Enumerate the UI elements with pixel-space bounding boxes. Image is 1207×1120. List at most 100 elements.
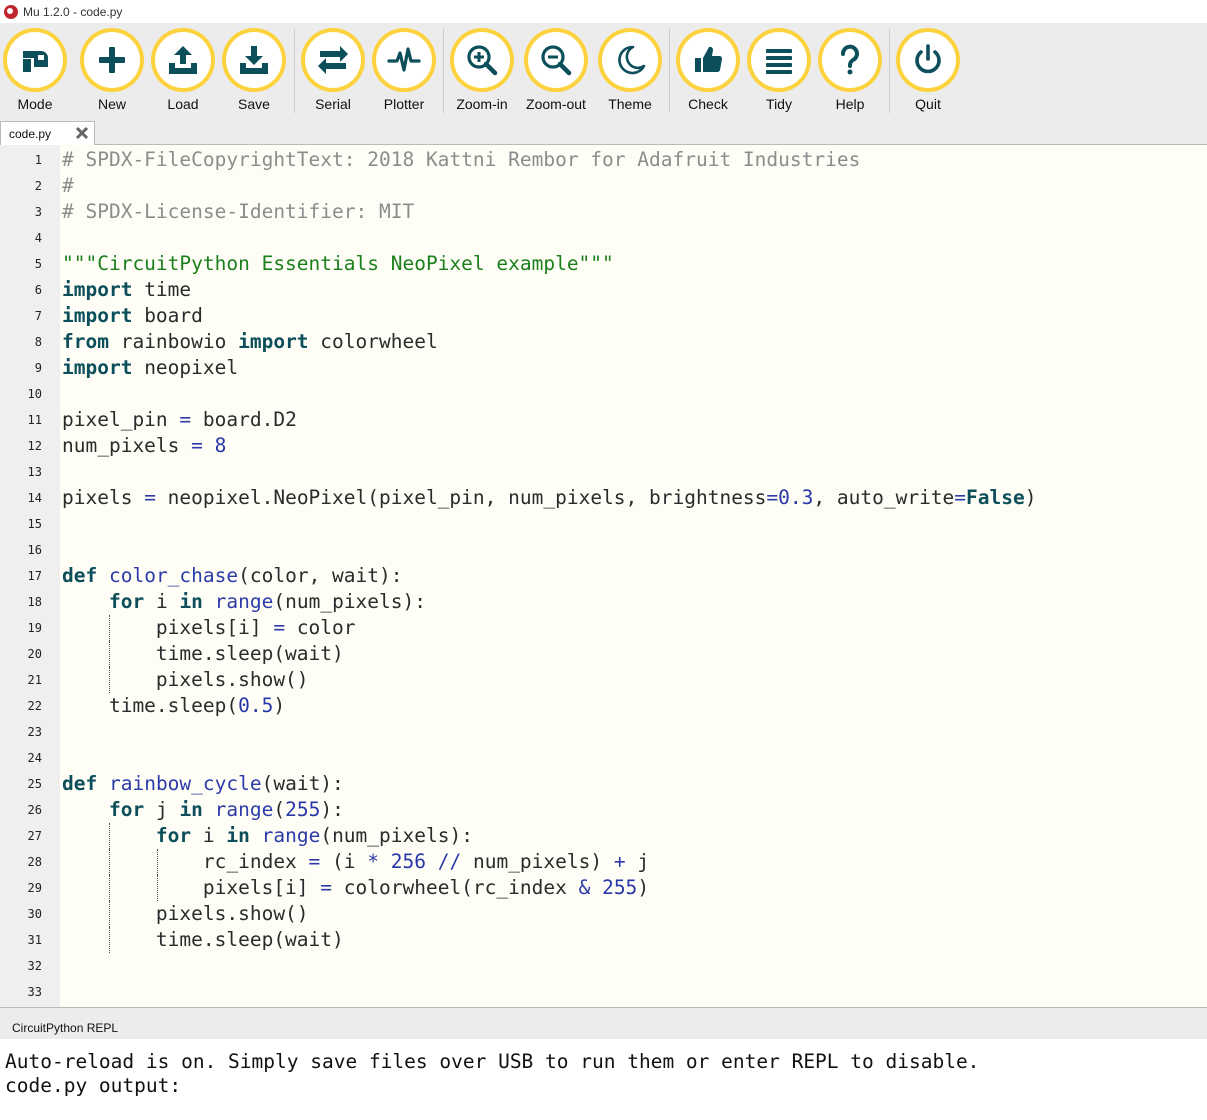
new-button[interactable]: New xyxy=(79,28,145,116)
line-number: 20 xyxy=(27,647,42,661)
line-number: 12 xyxy=(27,439,42,453)
zoom-in-label: Zoom-in xyxy=(456,96,508,112)
mode-icon xyxy=(23,51,48,72)
tidy-button[interactable]: Tidy xyxy=(746,28,812,116)
thumbs-up-icon xyxy=(695,46,723,73)
code-line: pixels.show() xyxy=(62,668,309,691)
line-number: 2 xyxy=(34,179,42,193)
line-number: 27 xyxy=(27,829,42,843)
line-number: 23 xyxy=(27,725,42,739)
line-number: 28 xyxy=(27,855,42,869)
help-label: Help xyxy=(835,96,865,112)
line-number: 6 xyxy=(34,283,42,297)
theme-button[interactable]: Theme xyxy=(597,28,663,116)
check-label: Check xyxy=(688,96,728,112)
line-number: 16 xyxy=(27,543,42,557)
zoom-out-button[interactable]: Zoom-out xyxy=(523,28,589,116)
code-line: def color_chase(color, wait): xyxy=(62,564,403,587)
line-number: 15 xyxy=(27,517,42,531)
zoom-in-icon xyxy=(467,45,498,76)
zoom-out-label: Zoom-out xyxy=(526,96,586,112)
upload-icon xyxy=(169,46,197,74)
line-number: 25 xyxy=(27,777,42,791)
serial-button[interactable]: Serial xyxy=(300,28,366,116)
line-number: 3 xyxy=(34,205,42,219)
code-line: # SPDX-FileCopyrightText: 2018 Kattni Re… xyxy=(62,148,861,171)
mode-button[interactable]: Mode xyxy=(2,28,68,116)
close-icon[interactable] xyxy=(75,126,89,140)
indent-guide xyxy=(108,927,110,953)
power-icon xyxy=(915,44,941,74)
plotter-label: Plotter xyxy=(383,96,425,112)
line-number: 4 xyxy=(34,231,42,245)
check-button[interactable]: Check xyxy=(675,28,741,116)
code-line: time.sleep(wait) xyxy=(62,928,344,951)
line-number: 30 xyxy=(27,907,42,921)
pulse-icon xyxy=(387,47,421,72)
code-line: import board xyxy=(62,304,203,327)
line-number: 29 xyxy=(27,881,42,895)
line-number: 11 xyxy=(27,413,42,427)
code-line: # SPDX-License-Identifier: MIT xyxy=(62,200,415,223)
window-title: Mu 1.2.0 - code.py xyxy=(23,4,123,19)
indent-guide xyxy=(108,641,110,667)
indent-guide xyxy=(108,823,110,849)
save-button[interactable]: Save xyxy=(221,28,287,116)
line-number: 21 xyxy=(27,673,42,687)
save-label: Save xyxy=(238,96,270,112)
toolbar: Mode New Load Save Serial Plotter Zoom-i… xyxy=(0,23,1207,119)
zoom-out-icon xyxy=(541,45,572,76)
quit-label: Quit xyxy=(915,96,941,112)
line-number: 10 xyxy=(27,387,42,401)
indent-guide xyxy=(108,875,110,901)
new-label: New xyxy=(97,96,126,112)
swap-arrows-icon xyxy=(318,46,348,74)
code-line: for i in range(num_pixels): xyxy=(108,590,426,613)
load-button[interactable]: Load xyxy=(150,28,216,116)
code-line: pixels[i] = color xyxy=(62,616,356,639)
lines-icon xyxy=(766,49,792,74)
repl-pane[interactable]: Auto-reload is on. Simply save files ove… xyxy=(0,1039,1207,1120)
code-line: time.sleep(wait) xyxy=(62,642,344,665)
moon-icon xyxy=(618,45,646,75)
quit-button[interactable]: Quit xyxy=(895,28,961,116)
indent-guide xyxy=(108,901,110,927)
indent-guide xyxy=(108,849,110,875)
line-number: 33 xyxy=(27,985,42,999)
title-bar: Mu 1.2.0 - code.py xyxy=(0,0,1207,23)
tab-label: code.py xyxy=(9,127,52,141)
help-button[interactable]: Help xyxy=(817,28,883,116)
code-line: def rainbow_cycle(wait): xyxy=(62,772,344,795)
mode-label: Mode xyxy=(17,96,53,112)
line-number: 22 xyxy=(27,699,42,713)
theme-label: Theme xyxy=(608,96,652,112)
plotter-button[interactable]: Plotter xyxy=(371,28,437,116)
code-line: time.sleep(0.5) xyxy=(62,694,286,717)
code-line: """CircuitPython Essentials NeoPixel exa… xyxy=(62,252,614,275)
mu-logo-icon xyxy=(4,4,18,19)
code-line: import time xyxy=(62,278,192,301)
code-line: pixels = neopixel.NeoPixel(pixel_pin, nu… xyxy=(62,486,1037,509)
code-line: for i in range(num_pixels): xyxy=(155,824,473,847)
repl-header: CircuitPython REPL xyxy=(0,1007,1207,1039)
indent-guide xyxy=(156,849,158,875)
zoom-in-button[interactable]: Zoom-in xyxy=(449,28,515,116)
download-icon xyxy=(240,46,268,74)
tidy-label: Tidy xyxy=(766,96,792,112)
tab-code-py[interactable]: code.py xyxy=(0,121,95,145)
code-line: rc_index = (i * 256 // num_pixels) + j xyxy=(62,850,650,873)
line-number: 7 xyxy=(34,309,42,323)
serial-label: Serial xyxy=(315,96,351,112)
line-number: 24 xyxy=(27,751,42,765)
indent-guide xyxy=(156,875,158,901)
line-number: 18 xyxy=(27,595,42,609)
line-number: 17 xyxy=(27,569,42,583)
indent-guide xyxy=(108,667,110,693)
line-number: 14 xyxy=(27,491,42,505)
line-number: 26 xyxy=(27,803,42,817)
plus-icon xyxy=(99,47,125,73)
code-line: num_pixels = 8 xyxy=(62,434,227,457)
code-editor[interactable]: 1 2 3 4 5 6 7 8 9 10 11 12 13 14 15 16 17 18 19 20 21 22 23 24 2… xyxy=(0,145,1207,1007)
line-number: 9 xyxy=(34,361,42,375)
repl-line: code.py output: xyxy=(5,1074,182,1097)
